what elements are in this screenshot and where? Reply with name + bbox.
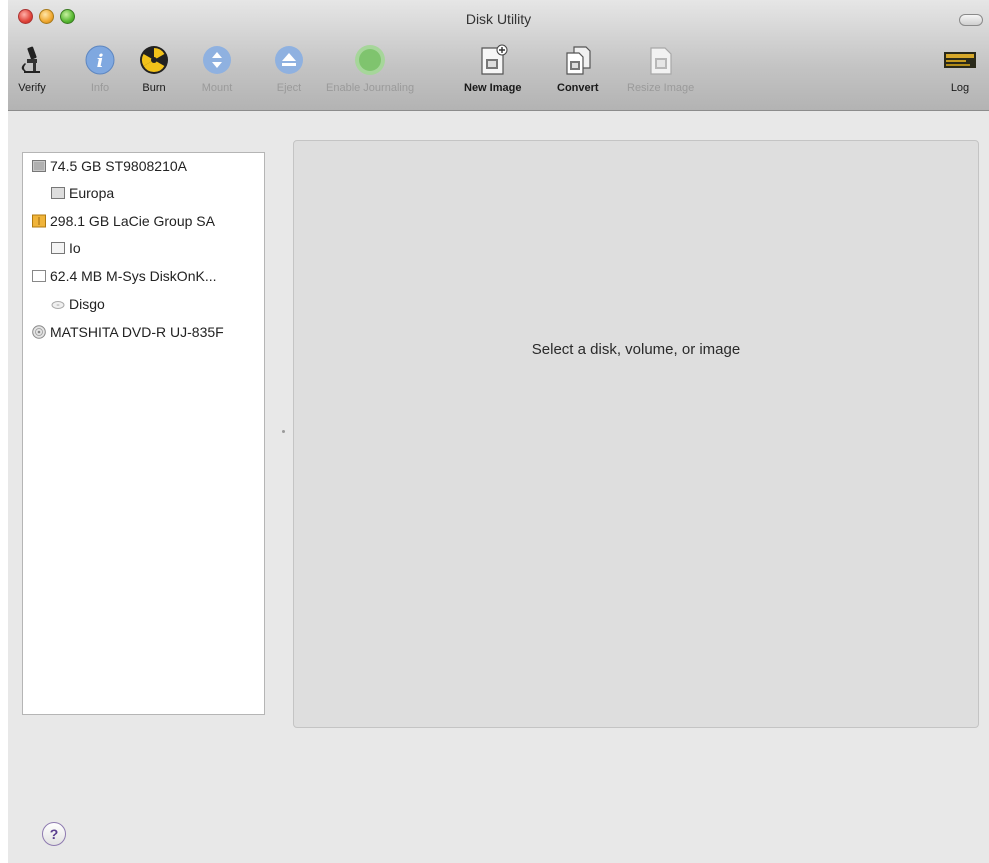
svg-text:i: i: [97, 51, 104, 72]
help-button[interactable]: ?: [42, 822, 66, 846]
list-item-label: 62.4 MB M-Sys DiskOnK...: [50, 268, 217, 284]
list-item-label: Europa: [69, 185, 115, 201]
new-image-label: New Image: [464, 82, 522, 94]
radiation-icon: [140, 46, 168, 74]
list-item-disk-lacie[interactable]: 298.1 GB LaCie Group SA: [32, 213, 215, 229]
list-item-label: MATSHITA DVD-R UJ-835F: [50, 324, 224, 340]
info-button[interactable]: i Info: [84, 44, 116, 94]
empty-selection-message: Select a disk, volume, or image: [531, 341, 741, 358]
list-item-volume-europa[interactable]: Europa: [51, 185, 114, 201]
mount-button[interactable]: Mount: [201, 44, 233, 94]
convert-icon: [566, 46, 591, 75]
disk-list[interactable]: 74.5 GB ST9808210A Europa 298.1 GB LaCie…: [22, 152, 265, 715]
info-icon: i: [85, 45, 115, 75]
details-panel: Select a disk, volume, or image: [293, 140, 979, 728]
new-image-icon: [481, 44, 508, 75]
journaling-icon: [355, 45, 386, 75]
enable-journaling-button[interactable]: Enable Journaling: [326, 44, 414, 94]
info-label: Info: [90, 82, 110, 94]
list-item-disk-msys[interactable]: 62.4 MB M-Sys DiskOnK...: [32, 268, 216, 284]
mount-icon: [203, 46, 231, 74]
burn-button[interactable]: Burn: [138, 44, 170, 94]
disk-utility-window: Disk Utility Verify i Info Burn Mount Ej…: [8, 0, 989, 863]
log-console-icon: [944, 52, 976, 68]
mount-label: Mount: [201, 82, 233, 94]
toolbar-toggle-button[interactable]: [959, 14, 983, 26]
enable-journaling-label: Enable Journaling: [326, 82, 415, 94]
optical-drive-icon: [32, 325, 46, 339]
log-button[interactable]: Log: [944, 44, 976, 94]
usb-disk-icon: [32, 270, 46, 282]
eject-icon: [275, 46, 303, 74]
list-item-volume-disgo[interactable]: Disgo: [51, 296, 105, 312]
microscope-icon: [21, 46, 40, 73]
verify-button[interactable]: Verify: [16, 44, 48, 94]
title-toolbar: Disk Utility Verify i Info Burn Mount Ej…: [8, 0, 989, 111]
external-disk-icon: [32, 214, 46, 228]
resize-image-icon: [650, 47, 672, 75]
list-item-optical-drive[interactable]: MATSHITA DVD-R UJ-835F: [32, 324, 224, 340]
eject-label: Eject: [276, 82, 302, 94]
list-item-volume-io[interactable]: Io: [51, 240, 81, 256]
list-item-label: 74.5 GB ST9808210A: [50, 158, 187, 174]
resize-image-button[interactable]: Resize Image: [627, 44, 694, 94]
verify-label: Verify: [18, 82, 46, 94]
help-icon: ?: [49, 826, 59, 842]
resize-image-label: Resize Image: [627, 82, 695, 94]
window-title: Disk Utility: [465, 11, 532, 27]
list-item-label: 298.1 GB LaCie Group SA: [50, 213, 215, 229]
burn-label: Burn: [142, 82, 166, 94]
list-item-disk-internal[interactable]: 74.5 GB ST9808210A: [32, 158, 187, 174]
split-view-divider[interactable]: [282, 430, 285, 433]
list-item-label: Io: [69, 240, 81, 256]
volume-icon: [51, 242, 65, 254]
removable-volume-icon: [51, 301, 65, 309]
list-item-label: Disgo: [69, 296, 105, 312]
new-image-button[interactable]: New Image: [464, 44, 521, 94]
internal-disk-icon: [32, 160, 46, 172]
convert-button[interactable]: Convert: [557, 44, 599, 94]
eject-button[interactable]: Eject: [273, 44, 305, 94]
convert-label: Convert: [557, 82, 599, 94]
log-label: Log: [950, 82, 970, 94]
volume-icon: [51, 187, 65, 199]
